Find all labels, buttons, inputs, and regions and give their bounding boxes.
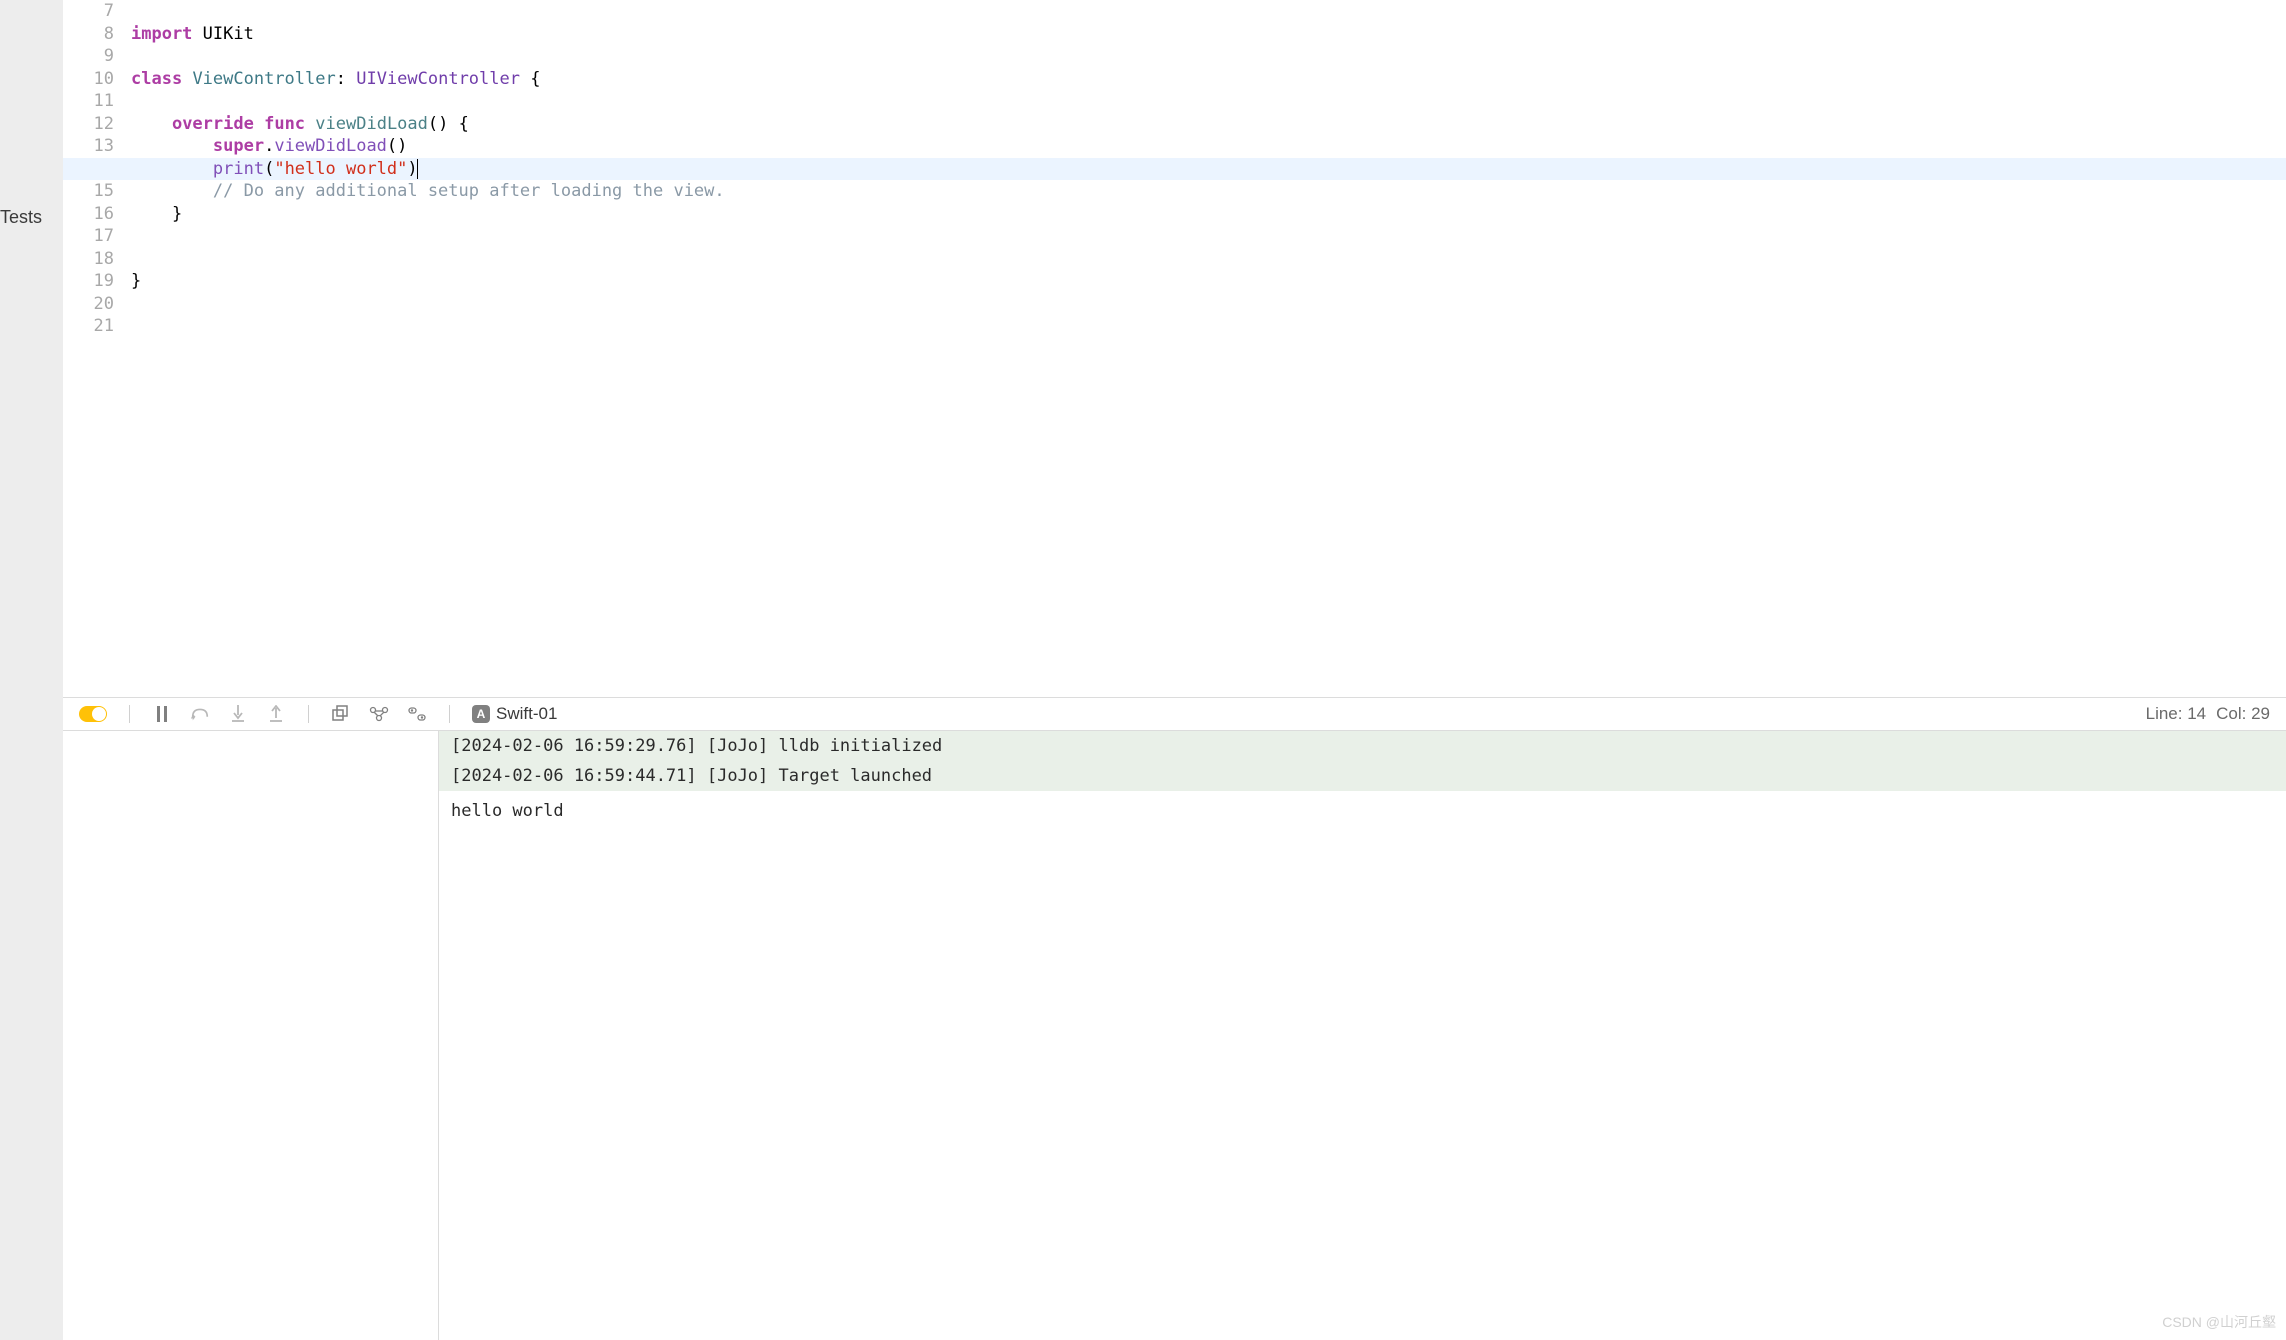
line-number[interactable]: 13 [63, 135, 120, 158]
scheme-selector[interactable]: A Swift-01 [472, 704, 557, 724]
code-line[interactable] [131, 315, 2286, 338]
line-number[interactable]: 17 [63, 225, 120, 248]
app-icon: A [472, 705, 490, 723]
line-number[interactable]: 10 [63, 68, 120, 91]
code-line[interactable]: // Do any additional setup after loading… [131, 180, 2286, 203]
watermark: CSDN @山河丘壑 [2162, 1312, 2276, 1332]
view-debugger-icon[interactable] [331, 704, 351, 724]
code-editor[interactable]: 789101112131415161718192021 import UIKit… [63, 0, 2286, 697]
code-content[interactable]: import UIKit class ViewController: UIView… [131, 0, 2286, 338]
code-line[interactable]: } [131, 270, 2286, 293]
breakpoint-toggle[interactable] [79, 706, 107, 722]
line-number[interactable]: 19 [63, 270, 120, 293]
separator [308, 705, 309, 723]
step-over-icon[interactable] [190, 704, 210, 724]
line-number[interactable]: 16 [63, 203, 120, 226]
memory-graph-icon[interactable] [369, 704, 389, 724]
code-line[interactable]: class ViewController: UIViewController { [131, 68, 2286, 91]
code-line[interactable]: super.viewDidLoad() [131, 135, 2286, 158]
code-line[interactable] [131, 225, 2286, 248]
code-line[interactable]: print("hello world") [63, 158, 2286, 181]
line-number[interactable]: 7 [63, 0, 120, 23]
navigator-sidebar: Tests [0, 0, 63, 1340]
environment-overrides-icon[interactable] [407, 704, 427, 724]
console-output[interactable]: [2024-02-06 16:59:29.76] [JoJo] lldb ini… [439, 731, 2286, 1340]
cursor-col-label: Col: 29 [2216, 704, 2270, 724]
line-gutter: 789101112131415161718192021 [63, 0, 120, 697]
separator [449, 705, 450, 723]
code-line[interactable] [131, 90, 2286, 113]
debug-toolbar: A Swift-01 Line: 14 Col: 29 [63, 697, 2286, 731]
console-log-line: [2024-02-06 16:59:44.71] [JoJo] Target l… [439, 761, 2286, 791]
code-line[interactable]: } [131, 203, 2286, 226]
code-line[interactable] [131, 45, 2286, 68]
code-line[interactable]: override func viewDidLoad() { [131, 113, 2286, 136]
debug-console-area: [2024-02-06 16:59:29.76] [JoJo] lldb ini… [63, 731, 2286, 1340]
line-number[interactable]: 9 [63, 45, 120, 68]
line-number[interactable]: 15 [63, 180, 120, 203]
code-line[interactable] [131, 248, 2286, 271]
variables-panel[interactable] [63, 731, 439, 1340]
console-log-line: [2024-02-06 16:59:29.76] [JoJo] lldb ini… [439, 731, 2286, 761]
line-number[interactable]: 8 [63, 23, 120, 46]
code-line[interactable]: import UIKit [131, 23, 2286, 46]
cursor-line-label: Line: 14 [2146, 704, 2207, 724]
code-line[interactable] [131, 0, 2286, 23]
code-line[interactable] [131, 293, 2286, 316]
line-number[interactable]: 11 [63, 90, 120, 113]
separator [129, 705, 130, 723]
text-cursor [417, 159, 419, 179]
line-number[interactable]: 20 [63, 293, 120, 316]
step-into-icon[interactable] [228, 704, 248, 724]
step-out-icon[interactable] [266, 704, 286, 724]
line-number[interactable]: 21 [63, 315, 120, 338]
sidebar-text-tests[interactable]: Tests [0, 207, 42, 228]
scheme-name: Swift-01 [496, 704, 557, 724]
pause-icon[interactable] [152, 704, 172, 724]
line-number[interactable]: 12 [63, 113, 120, 136]
line-number[interactable]: 18 [63, 248, 120, 271]
console-output-line: hello world [439, 791, 2286, 825]
